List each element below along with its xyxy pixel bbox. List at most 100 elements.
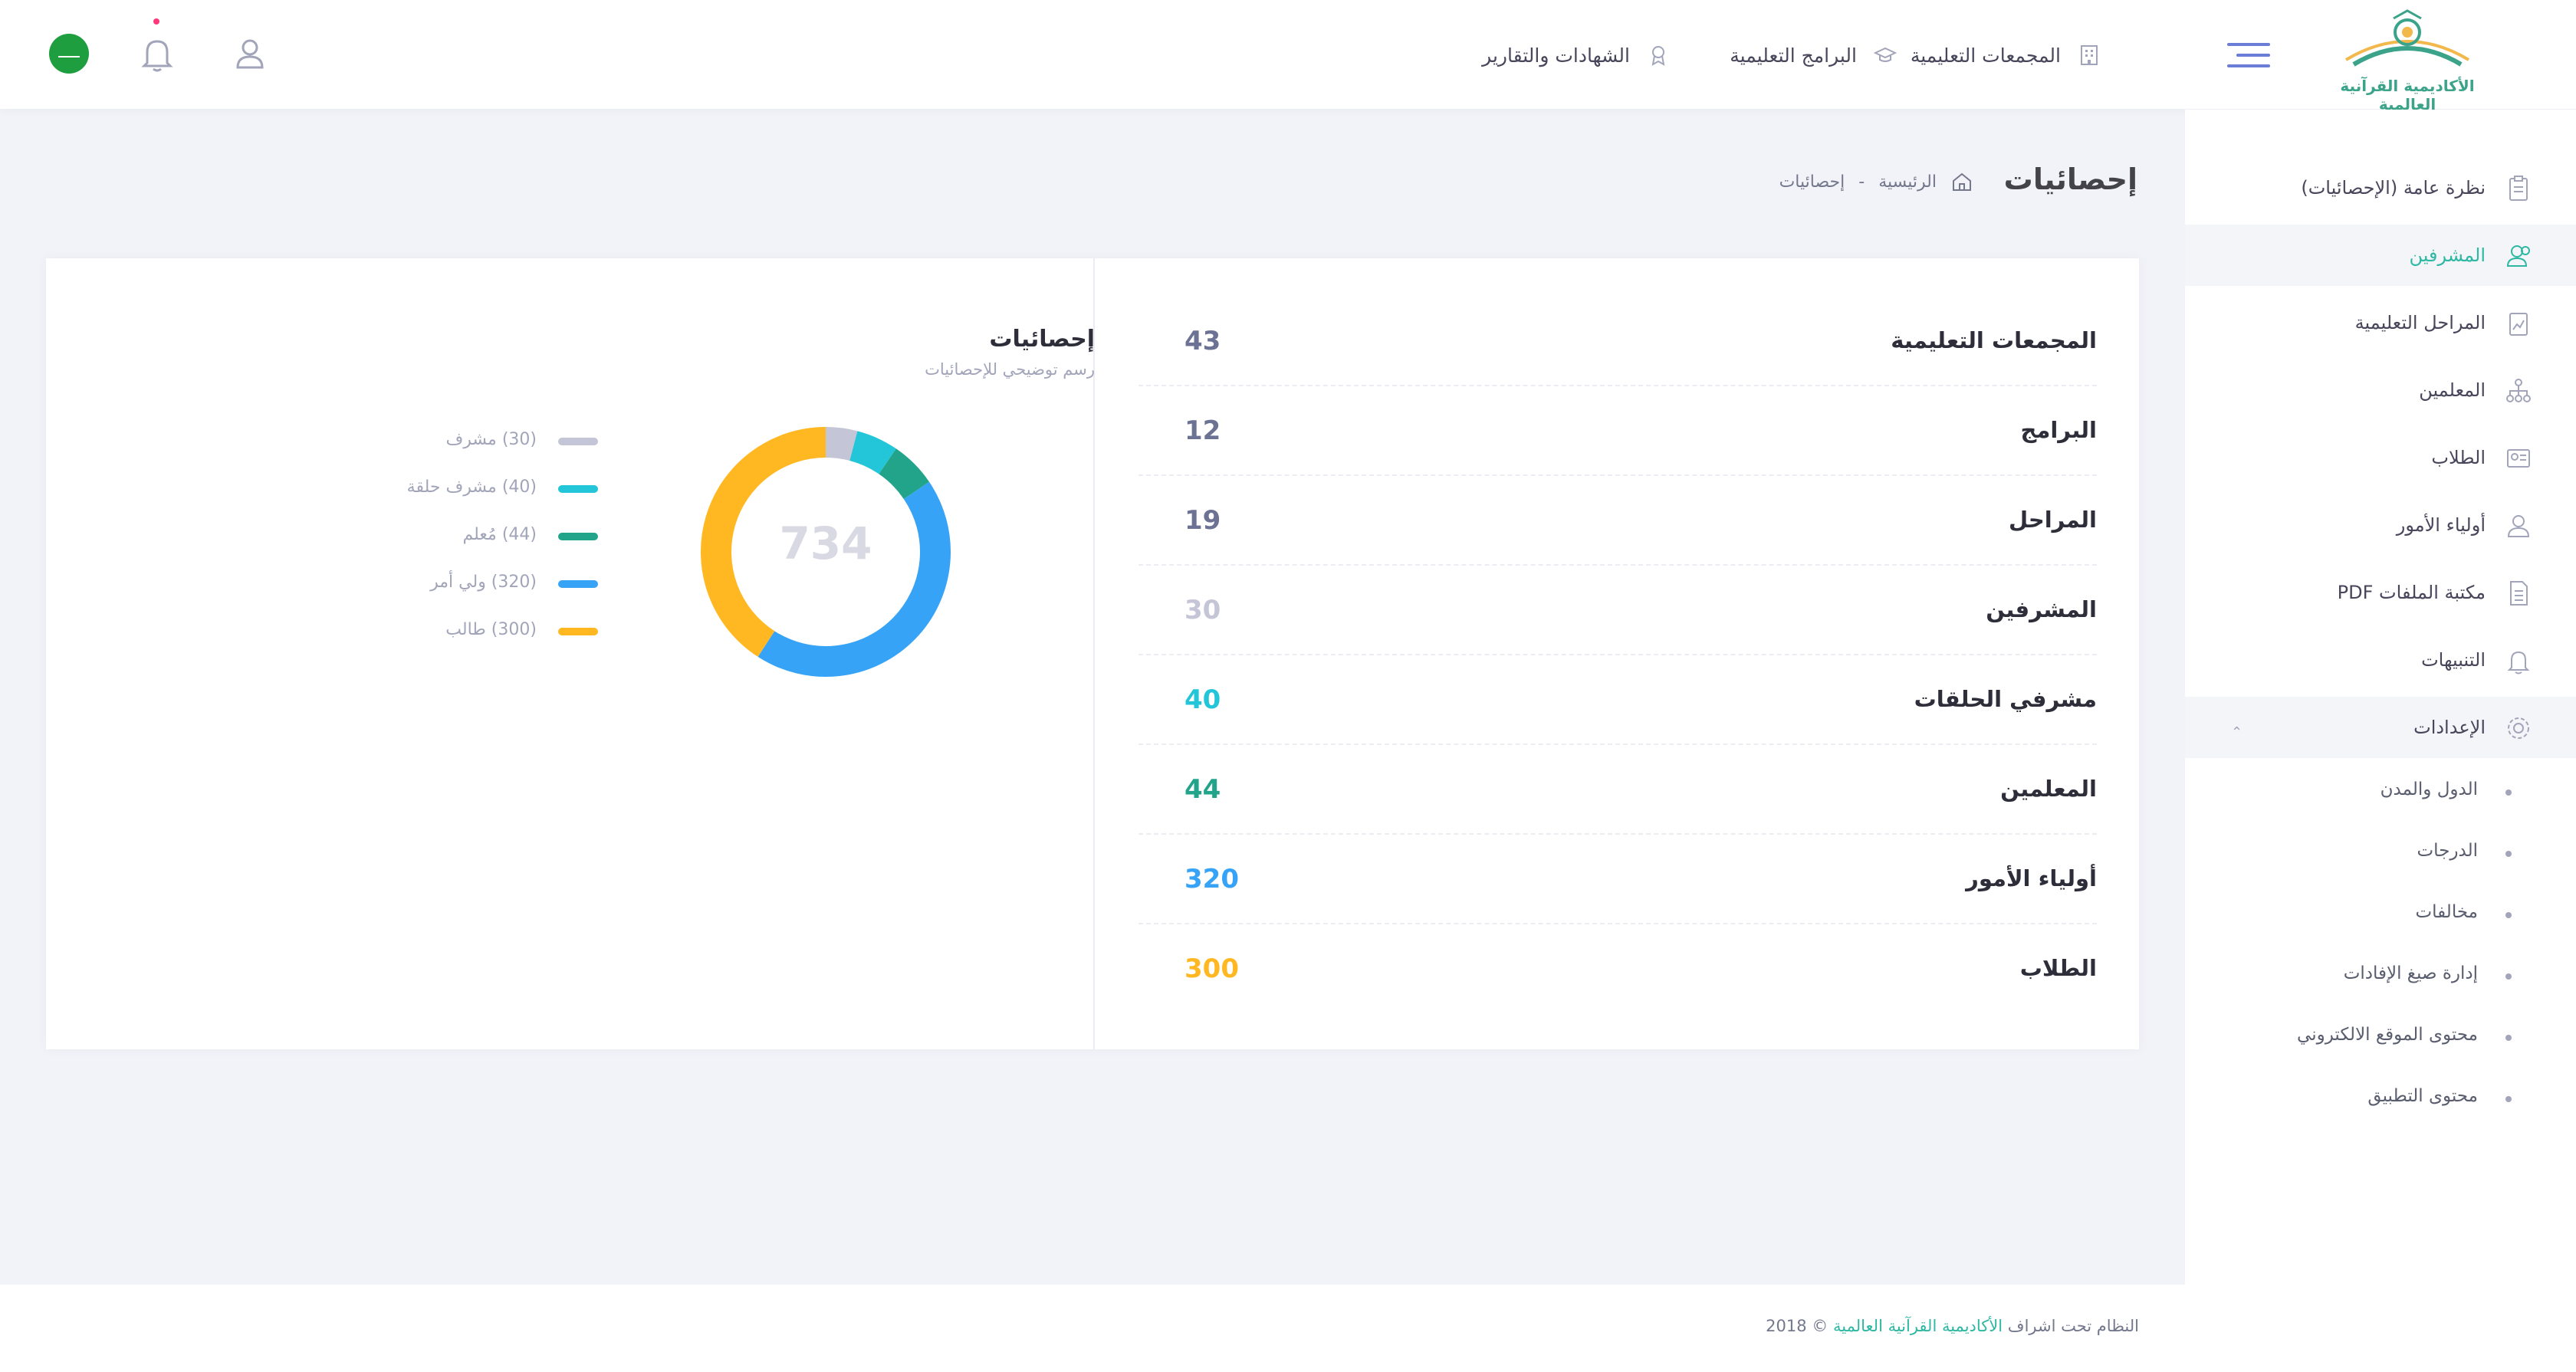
bullet-icon xyxy=(2505,1035,2512,1041)
stat-value: 43 xyxy=(1184,326,1221,356)
stat-value: 300 xyxy=(1184,954,1239,984)
stat-label: المراحل xyxy=(2008,507,2097,533)
parent-icon xyxy=(2507,515,2530,537)
chart-title: إحصائيات xyxy=(989,326,1095,353)
academy-logo[interactable]: الأكاديمية القرآنية العالمية xyxy=(2323,9,2492,113)
stat-value: 30 xyxy=(1184,595,1221,625)
sidebar-subitem-website-content[interactable]: محتوى الموقع الالكتروني xyxy=(2185,1011,2576,1065)
hierarchy-icon xyxy=(2506,379,2531,402)
bell-icon[interactable] xyxy=(138,34,176,74)
bell-icon xyxy=(2507,651,2530,675)
document-icon xyxy=(2510,581,2528,606)
bullet-icon xyxy=(2505,912,2512,918)
user-icon[interactable] xyxy=(230,34,270,74)
sidebar-item-students[interactable]: الطلاب xyxy=(2185,427,2576,488)
stat-row-students: الطلاب 300 xyxy=(1138,924,2097,1014)
bullet-icon xyxy=(2505,851,2512,857)
topnav-item-certificates[interactable]: الشهادات والتقارير xyxy=(1482,38,1670,72)
donut-slice-supervisor[interactable] xyxy=(825,427,858,461)
sidebar-item-supervisors[interactable]: المشرفين xyxy=(2185,225,2576,286)
stat-label: الطلاب xyxy=(2019,955,2097,981)
sidebar-item-label: الطلاب xyxy=(2431,447,2486,468)
stat-row-supervisors: المشرفين 30 xyxy=(1138,566,2097,655)
stat-label: المشرفين xyxy=(1986,596,2097,622)
supervisors-icon xyxy=(2506,245,2530,267)
topnav-label: المجمعات التعليمية xyxy=(1910,44,2061,67)
gear-icon xyxy=(2508,717,2529,739)
sidebar-item-label: المراحل التعليمية xyxy=(2354,312,2486,333)
page-title: إحصائيات xyxy=(2003,162,2137,196)
stat-row-teachers: المعلمين 44 xyxy=(1138,745,2097,835)
sidebar-item-parents[interactable]: أولياء الأمور xyxy=(2185,494,2576,556)
statistics-card: المجمعات التعليمية 43 البرامج 12 المراحل… xyxy=(46,258,2139,1049)
sidebar-subitem-countries[interactable]: الدول والمدن xyxy=(2185,766,2576,819)
sidebar-item-settings[interactable]: الإعدادات ⌃ xyxy=(2185,697,2576,758)
academy-logo-emblem xyxy=(2344,9,2470,67)
stat-row-circle-supervisors: مشرفي الحلقات 40 xyxy=(1138,655,2097,745)
notification-badge xyxy=(153,18,159,25)
stat-row-parents: أولياء الأمور 320 xyxy=(1138,835,2097,924)
sidebar-item-stages[interactable]: المراحل التعليمية xyxy=(2185,292,2576,353)
sidebar-subitem-violations[interactable]: مخالفات xyxy=(2185,888,2576,942)
bullet-icon xyxy=(2505,1096,2512,1102)
sidebar-subitem-label: الدول والمدن xyxy=(2380,780,2478,799)
legend-item[interactable]: (40) مشرف حلقة xyxy=(337,473,598,504)
top-header: الأكاديمية القرآنية العالمية المجمعات ال… xyxy=(0,0,2576,113)
award-icon xyxy=(1651,46,1665,66)
sidebar-item-pdf-library[interactable]: مكتبة الملفات PDF xyxy=(2185,562,2576,623)
sidebar-subitem-app-content[interactable]: محتوى التطبيق xyxy=(2185,1072,2576,1126)
chart-header: إحصائيات رسم توضيحي للإحصائيات xyxy=(925,326,1095,379)
legend-item[interactable]: (44) مُعلم xyxy=(337,520,598,551)
clipboard-icon xyxy=(2509,176,2528,201)
sidebar-item-label: المشرفين xyxy=(2409,245,2486,266)
chevron-up-icon[interactable]: ⌃ xyxy=(2231,724,2242,740)
legend-label: (300) طالب xyxy=(445,620,537,639)
donut-slice-parent[interactable] xyxy=(757,481,951,677)
sidebar-subitem-statement-formats[interactable]: إدارة صيغ الإفادات xyxy=(2185,950,2576,1003)
sidebar-item-label: أولياء الأمور xyxy=(2396,514,2486,536)
breadcrumb-current: إحصائيات xyxy=(1779,172,1845,192)
donut-total: 734 xyxy=(779,517,872,569)
sidebar-subitem-grades[interactable]: الدرجات xyxy=(2185,827,2576,881)
saudi-flag-icon[interactable] xyxy=(49,34,89,74)
sidebar-subitem-label: محتوى الموقع الالكتروني xyxy=(2297,1025,2478,1045)
donut-slice-circle-supervisor[interactable] xyxy=(849,431,896,474)
chart-subtitle: رسم توضيحي للإحصائيات xyxy=(925,360,1095,379)
bullet-icon xyxy=(2505,973,2512,980)
chart-clipboard-icon xyxy=(2509,313,2528,336)
home-icon[interactable] xyxy=(1950,170,1973,193)
breadcrumb-separator: - xyxy=(1858,172,1865,192)
sidebar-item-teachers[interactable]: المعلمين xyxy=(2185,359,2576,421)
topnav-label: الشهادات والتقارير xyxy=(1482,44,1630,67)
legend-swatch xyxy=(558,438,598,445)
breadcrumb-home[interactable]: الرئيسية xyxy=(1878,172,1937,192)
legend-label: (40) مشرف حلقة xyxy=(406,478,537,497)
footer-brand-link[interactable]: الأكاديمية القرآنية العالمية xyxy=(1833,1317,2003,1335)
sidebar-subitem-label: إدارة صيغ الإفادات xyxy=(2343,963,2478,983)
stat-label: مشرفي الحلقات xyxy=(1914,686,2097,712)
legend-swatch xyxy=(558,485,598,493)
sidebar-item-label: الإعدادات xyxy=(2413,717,2486,738)
stat-label: أولياء الأمور xyxy=(1966,865,2097,891)
topnav-item-programs[interactable]: البرامج التعليمية xyxy=(1730,38,1897,72)
legend-item[interactable]: (300) طالب xyxy=(337,615,598,646)
sidebar-subitem-label: محتوى التطبيق xyxy=(2367,1086,2478,1106)
stat-value: 320 xyxy=(1184,864,1239,894)
footer-prefix: النظام تحت اشراف xyxy=(2007,1317,2139,1335)
stat-row-stages: المراحل 19 xyxy=(1138,476,2097,566)
sidebar-item-overview[interactable]: نظرة عامة (الإحصائيات) xyxy=(2185,157,2576,218)
donut-slice-teacher[interactable] xyxy=(878,448,929,500)
stat-value: 19 xyxy=(1184,505,1221,536)
footer-text: النظام تحت اشراف الأكاديمية القرآنية الع… xyxy=(1766,1317,2139,1335)
breadcrumb: الرئيسية - إحصائيات xyxy=(1779,170,1973,193)
stat-value: 12 xyxy=(1184,415,1221,446)
legend-label: (320) ولي أمر xyxy=(430,573,537,592)
legend-item[interactable]: (30) مشرف xyxy=(337,425,598,456)
building-icon xyxy=(2081,45,2098,65)
sidebar-item-notifications[interactable]: التنبيهات xyxy=(2185,629,2576,691)
menu-toggle-icon[interactable] xyxy=(2227,41,2270,69)
stat-value: 40 xyxy=(1184,684,1221,715)
topnav-item-complexes[interactable]: المجمعات التعليمية xyxy=(1911,38,2101,72)
sidebar-item-label: التنبيهات xyxy=(2421,649,2486,671)
legend-item[interactable]: (320) ولي أمر xyxy=(337,568,598,599)
